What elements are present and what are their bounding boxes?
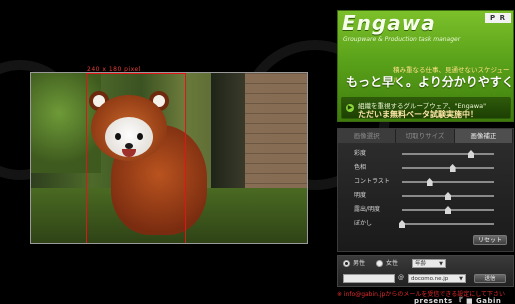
crop-selection-box[interactable] [86,73,186,243]
ad-cta-line2: ただいま無料ベータ試験実施中！ [358,110,478,119]
slider-track[interactable] [402,167,494,169]
footer-logo: presents 『 ■ Gabin [414,297,502,304]
slider-handle[interactable] [399,220,405,228]
ad-brand: Engawa [342,11,436,35]
ad-headline: もっと早く。より分かりやすく。 [346,75,514,89]
slider-label: 明度 [354,192,367,199]
gender-male-label: 男性 [353,260,366,267]
ad-banner[interactable]: Engawa Groupware & Production task manag… [337,10,514,122]
send-button[interactable]: 送信 [474,274,506,283]
slider-handle[interactable] [468,150,474,158]
slider-label: ぼかし [354,220,373,227]
tab-image-correction[interactable]: 画像補正 [454,129,513,143]
tab-image-select[interactable]: 画像選択 [338,129,397,143]
signup-form: 男性 女性 年齢 @ docomo.ne.jp 送信 [337,255,514,287]
reset-button[interactable]: リセット [473,235,507,245]
slider-exposure: 露出/明度 [354,205,510,215]
slider-blur: ぼかし [354,219,510,229]
age-select[interactable]: 年齢 [412,259,446,268]
slider-track[interactable] [402,223,494,225]
gender-female-radio[interactable] [376,260,383,267]
app-root: 240 x 180 pixel Engawa Groupware & Produ… [0,0,515,304]
image-adjust-panel: 画像選択 切取りサイズ 画像補正 彩度 色相 コントラスト 明度 露出/明度 ぼ… [337,128,514,252]
at-sign: @ [398,274,404,281]
slider-handle[interactable] [449,164,456,172]
panel-tabs: 画像選択 切取りサイズ 画像補正 [338,129,513,143]
slider-track[interactable] [402,153,494,155]
tab-crop-size[interactable]: 切取りサイズ [396,129,455,143]
crop-size-label: 240 x 180 pixel [87,66,141,73]
ad-cta-button[interactable]: ▶ 組織を重視するグループウェア、"Engawa" ただいま無料ベータ試験実施中… [341,97,511,119]
ad-subtitle: Groupware & Production task manager [343,36,461,43]
slider-track[interactable] [402,181,494,183]
domain-select[interactable]: docomo.ne.jp [408,274,466,283]
slider-hue: 色相 [354,163,510,173]
email-field[interactable] [343,274,395,283]
gender-male-radio[interactable] [343,260,350,267]
arrow-right-icon: ▶ [346,104,354,112]
slider-contrast: コントラスト [354,177,510,187]
slider-saturation: 彩度 [354,149,510,159]
slider-brightness: 明度 [354,191,510,201]
slider-label: コントラスト [354,178,390,185]
slider-label: 色相 [354,164,367,171]
gender-female-label: 女性 [386,260,399,267]
slider-label: 彩度 [354,150,367,157]
slider-label: 露出/明度 [354,206,381,213]
pr-badge: P R [485,13,511,23]
slider-handle[interactable] [445,192,451,200]
photo-canvas[interactable] [30,72,308,244]
slider-handle[interactable] [426,178,433,186]
slider-handle[interactable] [445,206,451,214]
